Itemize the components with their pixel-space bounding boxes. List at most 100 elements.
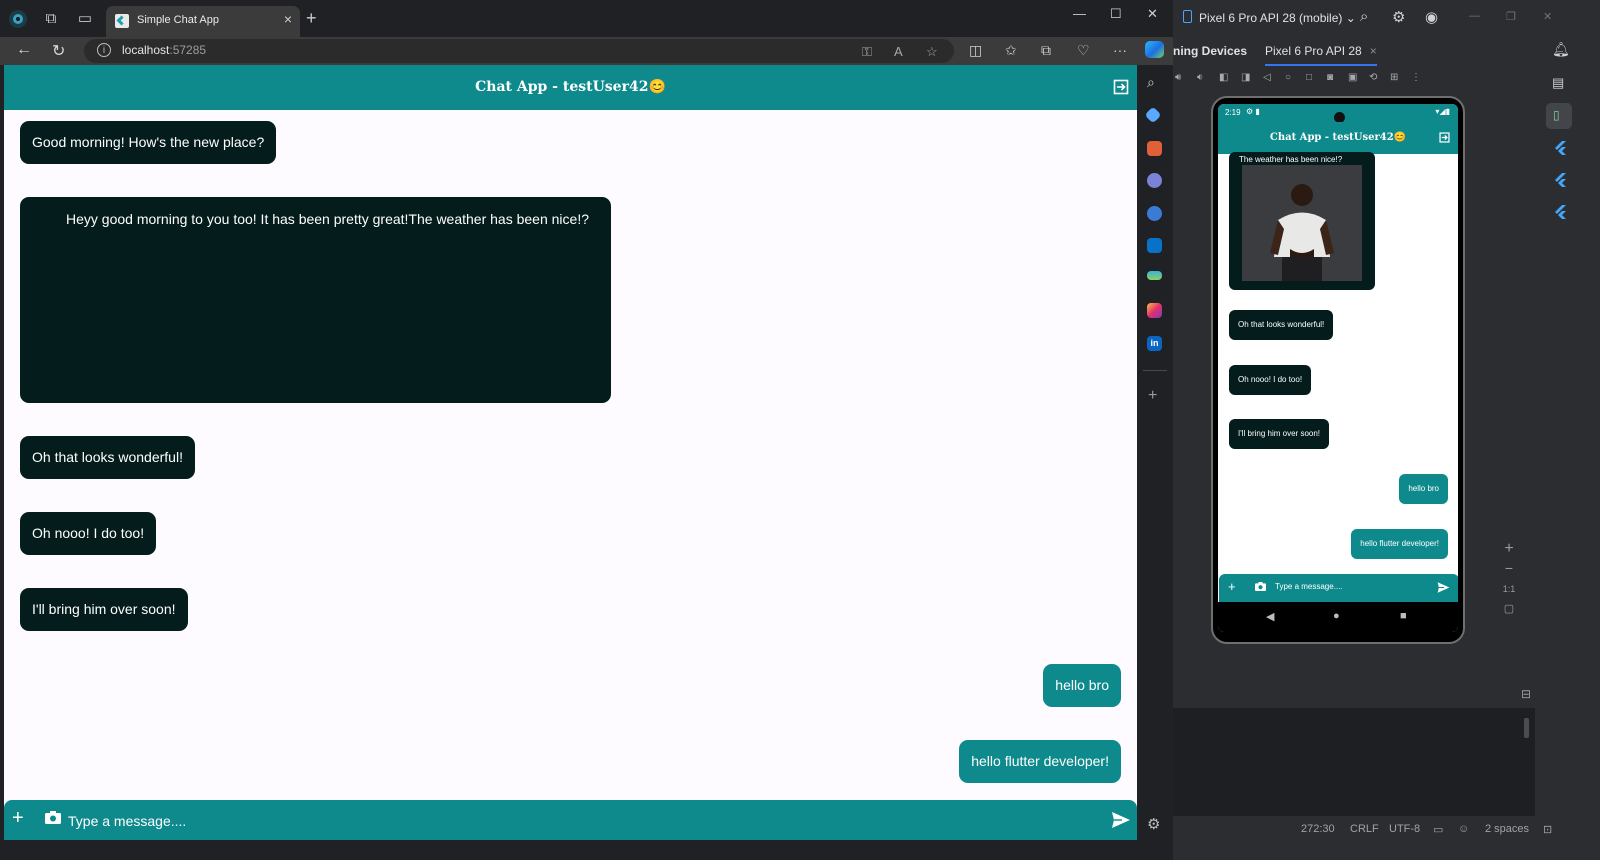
flutter-performance-icon[interactable] [1553,204,1569,220]
favorite-star-icon[interactable]: ☆ [926,44,938,60]
studio-minimize-icon[interactable]: — [1469,10,1480,22]
layout-toggle-icon[interactable]: ⊟ [1521,687,1531,701]
sidebar-tools-icon[interactable] [1147,141,1162,156]
logout-icon[interactable] [1113,79,1129,95]
browser-essentials-icon[interactable]: ♡ [1077,42,1090,59]
zoom-in-icon[interactable]: + [1498,540,1520,558]
message-composer: + [4,800,1137,840]
key-icon[interactable]: ⚿ [862,44,872,60]
refresh-icon[interactable]: ↻ [52,41,65,61]
sidebar-add-icon[interactable]: + [1148,387,1157,405]
favorites-icon[interactable]: ✩ [1005,42,1017,59]
camera-icon[interactable] [45,811,61,824]
sidebar-drop-icon[interactable] [1147,271,1162,280]
scrollbar-thumb[interactable] [1524,718,1529,738]
snapshot-icon[interactable]: ⟲ [1369,72,1377,83]
zoom-actual-size[interactable]: 1:1 [1498,584,1520,594]
copilot-status-icon[interactable]: ☺ [1458,823,1469,835]
sidebar-copilot-icon[interactable] [1147,206,1162,221]
split-screen-icon[interactable]: ◫ [969,42,982,59]
tab-actions-icon[interactable]: ▭ [75,9,95,29]
nav-home-icon[interactable]: ● [1333,610,1340,622]
url-text[interactable]: localhost:57285 [122,43,206,57]
screen-record-icon[interactable]: ▣ [1348,72,1357,83]
tab-close-icon[interactable]: × [284,11,292,27]
more-menu-icon[interactable]: ··· [1113,42,1127,58]
studio-close-icon[interactable]: ✕ [1543,10,1552,23]
back-button-icon[interactable]: ◁ [1263,72,1271,83]
flutter-inspector-icon[interactable] [1553,140,1569,156]
settings-gear-icon[interactable]: ⚙ [1392,8,1405,26]
sidebar-games-icon[interactable] [1147,173,1162,188]
running-devices-tool-button[interactable]: ▯ [1546,103,1572,129]
browser-profile-icon[interactable] [8,9,28,29]
tab-pixel-device[interactable]: Pixel 6 Pro API 28 × [1265,44,1377,66]
read-aloud-icon[interactable]: A [894,44,903,59]
mobile-send-icon[interactable] [1437,581,1450,594]
more-options-icon[interactable]: ⋮ [1411,72,1421,83]
image-message-bubble[interactable]: Heyy good morning to you too! It has bee… [20,197,611,403]
smiley-emoji-icon: 😊 [1393,132,1407,143]
flutter-outline-icon[interactable] [1553,172,1569,188]
mobile-add-attachment-icon[interactable]: + [1228,580,1236,593]
rotate-right-icon[interactable]: ◨ [1241,72,1250,83]
mobile-image-message-bubble[interactable]: The weather has been nice!? [1229,152,1375,290]
address-toolbar: ← ↻ i localhost:57285 ⚿ A ☆ [0,37,1173,65]
add-attachment-icon[interactable]: + [12,808,24,828]
site-info-icon[interactable]: i [97,43,111,57]
overview-button-icon[interactable]: □ [1306,72,1312,83]
device-selector[interactable]: Pixel 6 Pro API 28 (mobile) ⌄ [1183,10,1356,25]
account-icon[interactable]: ◉ [1425,8,1438,26]
send-icon[interactable] [1111,810,1131,830]
studio-restore-icon[interactable]: ❐ [1506,10,1516,23]
indent-setting[interactable]: 2 spaces [1485,823,1529,835]
page-title: Chat App - testUser42😊 [475,79,666,95]
nav-back-icon[interactable]: ◀ [1266,610,1274,623]
sidebar-settings-icon[interactable]: ⚙ [1147,815,1160,833]
volume-up-icon[interactable]: 🔊︎ [1175,72,1181,83]
mobile-camera-icon[interactable] [1255,582,1266,591]
zoom-controls: + − 1:1 ▢ [1498,540,1520,630]
copilot-icon[interactable] [1145,41,1164,58]
nav-recents-icon[interactable]: ■ [1400,610,1407,622]
message-input[interactable] [66,809,970,833]
sidebar-divider [1143,370,1167,371]
new-tab-button[interactable]: + [306,8,317,29]
studio-status-bar: 272:30 CRLF UTF-8 ▭ ☺ 2 spaces ⊡ [1173,817,1600,842]
cursor-position[interactable]: 272:30 [1301,823,1335,835]
sidebar-shopping-icon[interactable] [1144,106,1162,124]
maximize-window-icon[interactable]: ☐ [1110,6,1122,22]
line-endings[interactable]: CRLF [1350,823,1379,835]
collections-icon[interactable]: ⧉ [1041,42,1051,59]
workspaces-icon[interactable]: ⧉ [41,9,61,29]
sidebar-search-icon[interactable]: ⌕ [1147,74,1155,91]
mobile-logout-icon[interactable] [1439,132,1450,143]
status-notification-icons: ⚙ ▮ [1246,107,1260,116]
screenshot-icon[interactable]: ◙ [1327,72,1333,83]
zoom-out-icon[interactable]: − [1498,560,1520,576]
address-bar[interactable]: i localhost:57285 ⚿ A ☆ [84,39,954,63]
lock-icon[interactable]: ⊡ [1543,823,1552,836]
file-encoding[interactable]: UTF-8 [1389,823,1420,835]
home-button-icon[interactable]: ○ [1285,72,1291,83]
device-manager-icon[interactable]: ▤ [1552,75,1564,91]
zoom-fit-icon[interactable]: ▢ [1498,602,1520,615]
close-window-icon[interactable]: ✕ [1147,6,1158,22]
sidebar-outlook-icon[interactable] [1147,238,1162,253]
minimize-window-icon[interactable]: — [1073,6,1086,21]
back-arrow-icon[interactable]: ← [16,41,32,59]
readonly-toggle-icon[interactable]: ▭ [1433,823,1443,836]
volume-down-icon[interactable]: 🔉︎ [1197,72,1203,83]
phone-screen[interactable]: 2:19 ⚙ ▮ ▾◢▮ Chat App - testUser42😊 The … [1218,104,1458,632]
mobile-message-bubble: I'll bring him over soon! [1229,419,1330,449]
sidebar-instagram-icon[interactable] [1147,303,1162,318]
search-icon[interactable]: ⌕ [1360,8,1368,25]
sidebar-linkedin-icon[interactable]: in [1147,336,1162,351]
mobile-message-input[interactable]: Type a message.... [1275,582,1343,591]
tab-simple-chat-app[interactable]: Simple Chat App × [106,6,300,37]
device-tab-close-icon[interactable]: × [1370,44,1377,58]
extended-controls-icon[interactable]: ⊞ [1390,72,1398,83]
mobile-message-bubble: Oh nooo! I do too! [1229,365,1312,395]
notifications-bell-icon[interactable]: 🔔︎ [1552,41,1570,58]
rotate-left-icon[interactable]: ◧ [1219,72,1228,83]
